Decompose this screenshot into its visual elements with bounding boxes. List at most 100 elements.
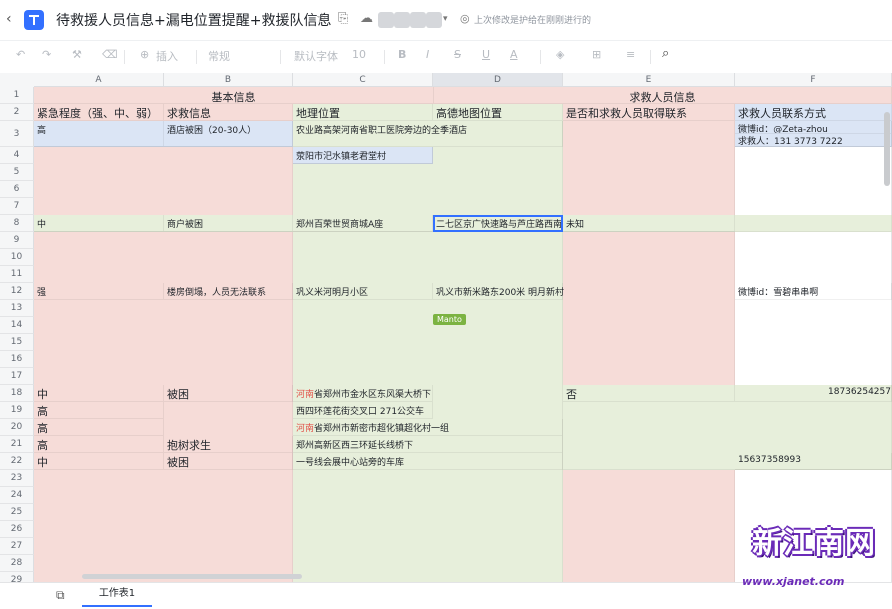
share-icon[interactable]: ⎘: [338, 11, 348, 26]
cell-b8[interactable]: 商户被困: [164, 215, 293, 232]
column-header-f[interactable]: F: [735, 73, 892, 87]
cell-c19[interactable]: 西四环莲花街交叉口 271公交车: [293, 402, 433, 419]
cell-f18[interactable]: 18736254257: [735, 385, 892, 402]
row-header[interactable]: 23: [0, 470, 34, 487]
back-chevron-left-icon[interactable]: ‹: [6, 11, 12, 27]
row-header[interactable]: 24: [0, 487, 34, 504]
cell-e8[interactable]: 未知: [563, 215, 735, 232]
search-icon[interactable]: ⌕: [662, 46, 669, 61]
cell-e18[interactable]: 否: [563, 385, 735, 402]
cell-c12[interactable]: 巩义米河明月小区: [293, 283, 433, 300]
cloud-icon[interactable]: ☁: [360, 11, 373, 26]
avatar-icon[interactable]: [394, 12, 410, 28]
vertical-scrollbar[interactable]: [884, 112, 890, 186]
align-icon[interactable]: ≡: [626, 48, 635, 61]
cell-c21[interactable]: 郑州高新区西三环延长线桥下: [293, 436, 563, 453]
chevron-down-icon[interactable]: ▾: [443, 14, 448, 24]
italic-icon[interactable]: I: [426, 48, 429, 61]
layers-icon[interactable]: ⧉: [56, 588, 65, 603]
header-urgency[interactable]: 紧急程度（强、中、弱）: [34, 104, 164, 121]
column-header-a[interactable]: A: [34, 73, 164, 87]
row-header[interactable]: 13: [0, 300, 34, 317]
undo-icon[interactable]: ↶: [16, 48, 25, 61]
horizontal-scrollbar[interactable]: [82, 574, 302, 579]
cell-b18[interactable]: 被困: [164, 385, 293, 402]
cell-c22[interactable]: 一号线会展中心站旁的车库: [293, 453, 563, 470]
sheet-tab-1[interactable]: 工作表1: [82, 583, 152, 607]
cell-b22[interactable]: 被困: [164, 453, 293, 470]
row-header[interactable]: 16: [0, 351, 34, 368]
cell-c4[interactable]: 荥阳市汜水镇老君堂村: [293, 147, 433, 164]
cell-b12[interactable]: 楼房倒塌，人员无法联系: [164, 283, 293, 300]
style-select[interactable]: 常规: [208, 48, 230, 64]
cell-c8[interactable]: 郑州百荣世贸商城A座: [293, 215, 433, 232]
document-title[interactable]: 待救援人员信息+漏电位置提醒+救援队信息: [56, 10, 331, 30]
row-header[interactable]: 26: [0, 521, 34, 538]
strikethrough-icon[interactable]: S: [454, 48, 461, 61]
cell-f12[interactable]: 微博id：雪碧串串啊: [735, 283, 892, 300]
avatar-icon[interactable]: [410, 12, 426, 28]
avatar-icon[interactable]: [426, 12, 442, 28]
header-amap-location[interactable]: 高德地图位置: [433, 104, 563, 121]
cell-d8-active[interactable]: 二七区京广快速路与芦庄路西南: [433, 215, 563, 232]
clear-format-icon[interactable]: ⌫: [102, 48, 118, 61]
header-request-info[interactable]: 求救信息: [164, 104, 293, 121]
fill-color-icon[interactable]: ◈: [556, 48, 564, 61]
row-header[interactable]: 2: [0, 104, 34, 121]
border-icon[interactable]: ⊞: [592, 48, 601, 61]
row-header[interactable]: 1: [0, 87, 34, 104]
cell-a8[interactable]: 中: [34, 215, 164, 232]
font-color-icon[interactable]: A: [510, 48, 518, 61]
row-header[interactable]: 9: [0, 232, 34, 249]
row-header[interactable]: 19: [0, 402, 34, 419]
format-painter-icon[interactable]: ⚒: [72, 48, 82, 61]
insert-button[interactable]: 插入: [156, 48, 178, 64]
font-size-select[interactable]: 10: [352, 48, 366, 61]
avatar-icon[interactable]: [378, 12, 394, 28]
row-header[interactable]: 5: [0, 164, 34, 181]
insert-icon[interactable]: ⊕: [140, 48, 149, 61]
column-header-c[interactable]: C: [293, 73, 433, 87]
row-header[interactable]: 27: [0, 538, 34, 555]
cell-b21[interactable]: 抱树求生: [164, 436, 293, 453]
bold-icon[interactable]: B: [398, 48, 406, 61]
cell-a3[interactable]: 高: [34, 121, 164, 147]
cell-a22[interactable]: 中: [34, 453, 164, 470]
cell-c3[interactable]: 农业路高架河南省职工医院旁边的全季酒店: [293, 121, 563, 147]
row-header[interactable]: 21: [0, 436, 34, 453]
cell-a18[interactable]: 中: [34, 385, 164, 402]
cell-a20[interactable]: 高: [34, 419, 164, 436]
row-header[interactable]: 17: [0, 368, 34, 385]
cell-b3[interactable]: 酒店被困（20-30人）: [164, 121, 293, 147]
underline-icon[interactable]: U: [482, 48, 490, 61]
cell-c18[interactable]: 河南省郑州市金水区东风渠大桥下: [293, 385, 433, 402]
rescuer-info-header[interactable]: 求救人员信息: [434, 87, 892, 104]
row-header[interactable]: 15: [0, 334, 34, 351]
font-select[interactable]: 默认字体: [294, 48, 338, 64]
column-header-b[interactable]: B: [164, 73, 293, 87]
row-header[interactable]: 22: [0, 453, 34, 470]
row-header[interactable]: 11: [0, 266, 34, 283]
basic-info-header[interactable]: 基本信息: [34, 87, 434, 104]
row-header[interactable]: 20: [0, 419, 34, 436]
row-header[interactable]: 8: [0, 215, 34, 232]
cell-a19[interactable]: 高: [34, 402, 164, 419]
select-all-corner[interactable]: [0, 73, 35, 88]
cell-a12[interactable]: 强: [34, 283, 164, 300]
row-header[interactable]: 6: [0, 181, 34, 198]
row-header[interactable]: 25: [0, 504, 34, 521]
redo-icon[interactable]: ↷: [42, 48, 51, 61]
cell-a21[interactable]: 高: [34, 436, 164, 453]
row-header[interactable]: 28: [0, 555, 34, 572]
row-header[interactable]: 14: [0, 317, 34, 334]
cell-d12[interactable]: 巩义市新米路东200米 明月新村: [433, 283, 564, 300]
row-header[interactable]: 3: [0, 121, 34, 147]
column-header-e[interactable]: E: [563, 73, 735, 87]
row-header[interactable]: 4: [0, 147, 34, 164]
row-header[interactable]: 12: [0, 283, 34, 300]
column-header-d[interactable]: D: [433, 73, 563, 87]
header-geo-location[interactable]: 地理位置: [293, 104, 433, 121]
cell-c20[interactable]: 河南省郑州市新密市超化镇超化村一组: [293, 419, 563, 436]
cell-f22[interactable]: 15637358993: [735, 453, 892, 470]
row-header[interactable]: 10: [0, 249, 34, 266]
